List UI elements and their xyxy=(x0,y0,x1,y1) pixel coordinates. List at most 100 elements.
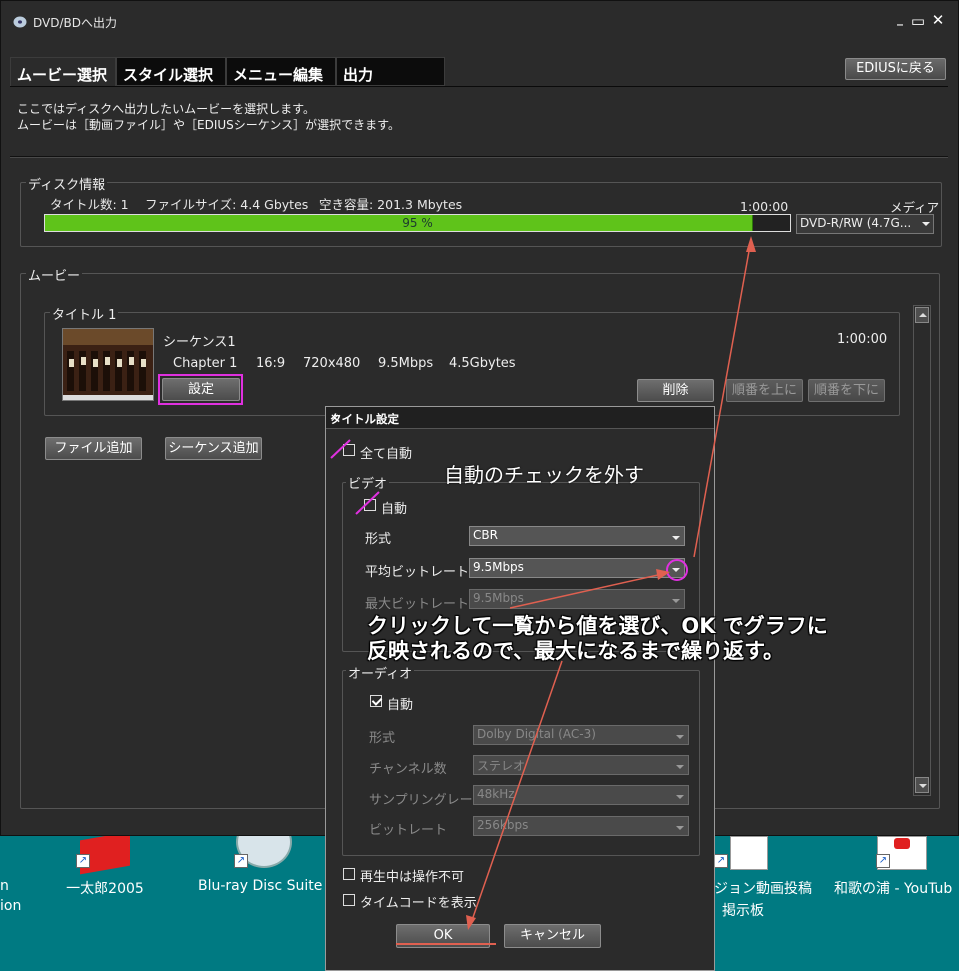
audio-bitrate-select[interactable]: 256kbps xyxy=(473,816,689,836)
chevron-down-icon xyxy=(922,222,930,226)
desktop-icon-video-post[interactable]: ↗ ジョン動画投稿 掲示板 xyxy=(712,836,822,919)
minimize-icon[interactable]: – xyxy=(891,15,909,33)
tab-style-select[interactable]: スタイル選択 xyxy=(116,57,226,86)
audio-format-label: 形式 xyxy=(369,731,396,746)
shortcut-arrow-icon: ↗ xyxy=(234,854,248,868)
chevron-down-icon xyxy=(676,765,684,769)
disc-usage-text: 95 % xyxy=(402,216,433,230)
size-info: 4.5Gbytes xyxy=(449,356,516,371)
arrow-up-icon xyxy=(919,313,927,317)
annotation-instruction: クリックして一覧から値を選び、OK でグラフに 反映されるので、最大になるまで繰… xyxy=(367,614,828,664)
settings-button[interactable]: 設定 xyxy=(162,378,240,401)
max-bitrate-select[interactable]: 9.5Mbps xyxy=(469,589,685,609)
cancel-button[interactable]: キャンセル xyxy=(504,924,601,948)
add-sequence-button[interactable]: シーケンス追加 xyxy=(165,437,262,460)
disc-info-label: ディスク情報 xyxy=(26,174,108,193)
avg-bitrate-select[interactable]: 9.5Mbps xyxy=(469,558,685,578)
sampling-select[interactable]: 48kHz xyxy=(473,785,689,805)
chevron-down-icon xyxy=(676,795,684,799)
disc-usage-bar: 95 % xyxy=(44,214,791,232)
video-format-select[interactable]: CBR xyxy=(469,526,685,546)
title-bar[interactable]: DVD/BDへ出力 – ▭ ✕ xyxy=(1,1,958,43)
tab-movie-select[interactable]: ムービー選択 xyxy=(10,57,116,86)
video-auto-label: 自動 xyxy=(381,502,408,517)
disc-duration: 1:00:00 xyxy=(740,199,789,214)
chapter-info: Chapter 1 xyxy=(173,356,238,371)
move-down-button[interactable]: 順番を下に xyxy=(808,379,885,402)
arrow-down-icon xyxy=(919,784,927,788)
ok-button[interactable]: OK xyxy=(396,924,490,948)
title-group-label: タイトル 1 xyxy=(50,304,119,323)
no-operation-label: 再生中は操作不可 xyxy=(360,870,465,885)
audio-bitrate-label: ビットレート xyxy=(369,823,448,838)
video-format-value: CBR xyxy=(473,528,498,542)
show-timecode-checkbox[interactable] xyxy=(343,894,355,906)
audio-auto-label: 自動 xyxy=(387,698,414,713)
video-auto-checkbox[interactable] xyxy=(364,499,376,511)
desktop-icon-ichitaro[interactable]: ↗ 一太郎2005 xyxy=(60,831,150,916)
video-format-label: 形式 xyxy=(365,532,392,547)
dialog-close-icon[interactable]: ✕ xyxy=(330,411,708,425)
desktop-icon-label: Blu-ray Disc Suite xyxy=(198,878,323,894)
bitrate-info: 9.5Mbps xyxy=(378,356,434,371)
audio-format-value: Dolby Digital (AC-3) xyxy=(477,727,596,741)
description-line: ここではディスクへ出力したいムービーを選択します。 xyxy=(17,102,315,116)
audio-auto-checkbox[interactable] xyxy=(370,695,382,707)
free-space: 空き容量: 201.3 Mbytes xyxy=(319,197,463,212)
title-count: タイトル数: 1 xyxy=(50,197,129,212)
sampling-label: サンプリングレート xyxy=(369,793,486,808)
desktop-icon-label: 掲示板 xyxy=(722,903,764,919)
youtube-play-icon xyxy=(894,838,910,849)
document-icon xyxy=(730,836,768,870)
chevron-down-icon xyxy=(672,599,680,603)
scroll-up-button[interactable] xyxy=(915,307,929,323)
desktop-icon-label: n xyxy=(0,878,9,894)
media-select[interactable]: DVD-R/RW (4.7G... xyxy=(796,214,934,234)
thumbnail-image xyxy=(63,329,153,400)
window-title: DVD/BDへ出力 xyxy=(33,16,117,30)
all-auto-checkbox[interactable] xyxy=(343,444,355,456)
desktop-icon-label: 和歌の浦 - YouTub xyxy=(834,881,953,897)
add-file-button[interactable]: ファイル追加 xyxy=(45,437,142,460)
move-up-button[interactable]: 順番を上に xyxy=(726,379,803,402)
annotation-uncheck-auto: 自動のチェックを外す xyxy=(444,463,644,487)
desktop-icon-partial[interactable]: n ion xyxy=(0,878,21,914)
all-auto-label: 全て自動 xyxy=(360,447,413,462)
shortcut-arrow-icon: ↗ xyxy=(714,854,728,868)
delete-button[interactable]: 削除 xyxy=(637,379,714,402)
media-select-value: DVD-R/RW (4.7G... xyxy=(800,216,912,230)
no-operation-checkbox[interactable] xyxy=(343,868,355,880)
chevron-down-icon xyxy=(672,536,680,540)
sequence-name: シーケンス1 xyxy=(163,335,236,350)
channels-select[interactable]: ステレオ xyxy=(473,755,689,775)
audio-group-label: オーディオ xyxy=(346,663,415,682)
desktop-icon-youtube[interactable]: ↗ 和歌の浦 - YouTub xyxy=(832,836,959,916)
chevron-down-icon xyxy=(676,826,684,830)
separator xyxy=(10,156,948,158)
annotation-line: 反映されるので、最大になるまで繰り返す。 xyxy=(367,639,785,663)
movie-duration: 1:00:00 xyxy=(837,332,888,347)
tab-menu-edit[interactable]: メニュー編集 xyxy=(226,57,336,86)
desktop-icon-bluray[interactable]: ↗ Blu-ray Disc Suite xyxy=(190,816,330,916)
desktop-icon-label: ion xyxy=(0,898,22,914)
show-timecode-label: タイムコードを表示 xyxy=(360,896,477,911)
app-logo-icon xyxy=(13,16,27,28)
maximize-icon[interactable]: ▭ xyxy=(909,12,927,30)
movie-list-scrollbar[interactable] xyxy=(913,305,931,796)
sampling-value: 48kHz xyxy=(477,787,515,801)
desktop-icon-label: ジョン動画投稿 xyxy=(714,881,812,897)
avg-bitrate-value: 9.5Mbps xyxy=(473,560,524,574)
channels-value: ステレオ xyxy=(477,759,526,773)
max-bitrate-value: 9.5Mbps xyxy=(473,591,524,605)
tab-output[interactable]: 出力 xyxy=(336,57,445,86)
audio-format-select[interactable]: Dolby Digital (AC-3) xyxy=(473,725,689,745)
movie-thumbnail xyxy=(62,328,154,401)
scroll-down-button[interactable] xyxy=(915,777,929,793)
close-icon[interactable]: ✕ xyxy=(929,11,947,29)
dialog-title-bar[interactable]: タイトル設定 ✕ xyxy=(326,407,714,429)
description-line: ムービーは［動画ファイル］や［EDIUSシーケンス］が選択できます。 xyxy=(17,118,400,132)
audio-bitrate-value: 256kbps xyxy=(477,818,529,832)
back-to-edius-button[interactable]: EDIUSに戻る xyxy=(845,58,946,80)
resolution-info: 720x480 xyxy=(303,356,361,371)
channels-label: チャンネル数 xyxy=(369,762,447,777)
